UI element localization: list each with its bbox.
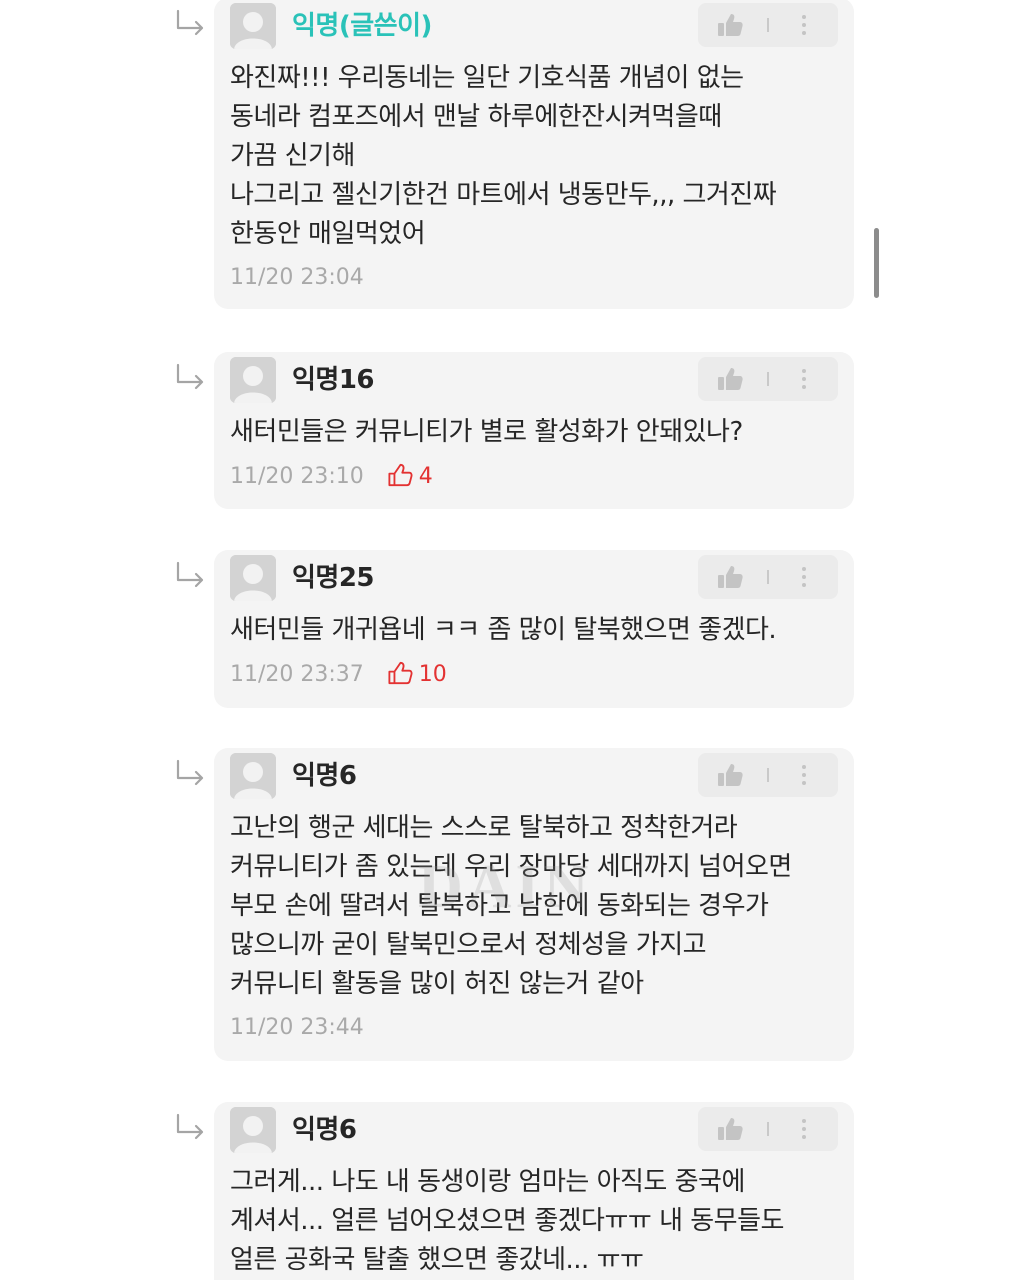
comment-line: 그러게... 나도 내 동생이랑 엄마는 아직도 중국에 (230, 1167, 745, 1197)
comment-line: 나그리고 젤신기한건 마트에서 냉동만두,,, 그거진짜 (230, 180, 777, 210)
divider (767, 18, 769, 32)
comment-meta: 11/20 23:10 4 (230, 462, 433, 492)
thumbs-up-icon (388, 463, 413, 487)
comment-card: 익명(글쓴이) 와진짜!!! 우리동네는 일단 기호식품 개념이 없는 동네라 … (214, 0, 854, 309)
reply-arrow-icon (172, 8, 208, 38)
comment-card: 익명16 새터민들은 커뮤니티가 별로 활성화가 안돼있나? 11/20 23:… (214, 352, 854, 509)
more-vertical-icon[interactable] (796, 761, 812, 789)
thumbs-up-icon[interactable] (716, 762, 744, 788)
comment-author[interactable]: 익명25 (292, 554, 375, 602)
comment-line: 한동안 매일먹었어 (230, 219, 426, 249)
reply-arrow-icon (172, 758, 208, 788)
comment-meta: 11/20 23:04 (230, 263, 364, 293)
comment-author[interactable]: 익명6 (292, 1106, 357, 1154)
divider (767, 768, 769, 782)
comment-line: 고난의 행군 세대는 스스로 탈북하고 정착한거라 (230, 813, 738, 843)
comment-actions (698, 555, 838, 599)
reply-arrow-icon (172, 560, 208, 590)
default-avatar-icon[interactable] (230, 1107, 276, 1153)
comment-meta: 11/20 23:44 (230, 1013, 364, 1043)
comment-actions (698, 3, 838, 47)
default-avatar-icon[interactable] (230, 3, 276, 49)
comment-line: 동네라 컴포즈에서 맨날 하루에한잔시켜먹을때 (230, 102, 722, 132)
thumbs-up-icon[interactable] (716, 564, 744, 590)
comment-actions (698, 1107, 838, 1151)
reply-arrow-icon (172, 362, 208, 392)
comment-author[interactable]: 익명16 (292, 356, 375, 404)
divider (767, 1122, 769, 1136)
watermark: DAIN (418, 853, 593, 921)
comment-timestamp: 11/20 23:44 (230, 1015, 364, 1040)
comment-timestamp: 11/20 23:04 (230, 265, 364, 290)
comment-thread-screen: 익명(글쓴이) 와진짜!!! 우리동네는 일단 기호식품 개념이 없는 동네라 … (0, 0, 1024, 1280)
like-count: 10 (387, 660, 447, 690)
thumbs-up-icon[interactable] (716, 366, 744, 392)
comment-meta: 11/20 23:37 10 (230, 660, 447, 690)
comment-author[interactable]: 익명6 (292, 752, 357, 800)
comment-body: 와진짜!!! 우리동네는 일단 기호식품 개념이 없는 동네라 컴포즈에서 맨날… (230, 59, 777, 254)
more-vertical-icon[interactable] (796, 563, 812, 591)
divider (767, 372, 769, 386)
comment-line: 새터민들은 커뮤니티가 별로 활성화가 안돼있나? (230, 417, 743, 447)
comment-actions (698, 357, 838, 401)
like-count-value: 4 (418, 464, 433, 489)
comment-body: 새터민들은 커뮤니티가 별로 활성화가 안돼있나? (230, 413, 743, 452)
scrollbar[interactable] (874, 228, 879, 298)
comment-card: 익명6 그러게... 나도 내 동생이랑 엄마는 아직도 중국에 계셔서... … (214, 1102, 854, 1280)
more-vertical-icon[interactable] (796, 1115, 812, 1143)
comment-timestamp: 11/20 23:10 (230, 464, 364, 489)
thumbs-up-icon[interactable] (716, 1116, 744, 1142)
comment-actions (698, 753, 838, 797)
comment-line: 얼른 공화국 탈출 했으면 좋갔네... ㅠㅠ (230, 1245, 644, 1275)
comment-body: 그러게... 나도 내 동생이랑 엄마는 아직도 중국에 계셔서... 얼른 넘… (230, 1163, 784, 1280)
more-vertical-icon[interactable] (796, 365, 812, 393)
comment-timestamp: 11/20 23:37 (230, 662, 364, 687)
comment-line: 가끔 신기해 (230, 141, 355, 171)
thumbs-up-icon (388, 661, 413, 685)
comment-line: 많으니까 굳이 탈북민으로서 정체성을 가지고 (230, 930, 707, 960)
comment-line: 계셔서... 얼른 넘어오셨으면 좋겠다ㅠㅠ 내 동무들도 (230, 1206, 784, 1236)
comment-author[interactable]: 익명(글쓴이) (292, 2, 432, 50)
comment-line: 와진짜!!! 우리동네는 일단 기호식품 개념이 없는 (230, 63, 744, 93)
more-vertical-icon[interactable] (796, 11, 812, 39)
like-count-value: 10 (418, 662, 447, 687)
like-count: 4 (387, 462, 433, 492)
comment-line: 새터민들 개귀욥네 ㅋㅋ 좀 많이 탈북했으면 좋겠다. (230, 615, 777, 645)
default-avatar-icon[interactable] (230, 753, 276, 799)
comment-line: 커뮤니티 활동을 많이 허진 않는거 같아 (230, 969, 644, 999)
reply-arrow-icon (172, 1112, 208, 1142)
default-avatar-icon[interactable] (230, 555, 276, 601)
default-avatar-icon[interactable] (230, 357, 276, 403)
thumbs-up-icon[interactable] (716, 12, 744, 38)
comment-body: 새터민들 개귀욥네 ㅋㅋ 좀 많이 탈북했으면 좋겠다. (230, 611, 777, 650)
divider (767, 570, 769, 584)
comment-card: 익명25 새터민들 개귀욥네 ㅋㅋ 좀 많이 탈북했으면 좋겠다. 11/20 … (214, 550, 854, 708)
